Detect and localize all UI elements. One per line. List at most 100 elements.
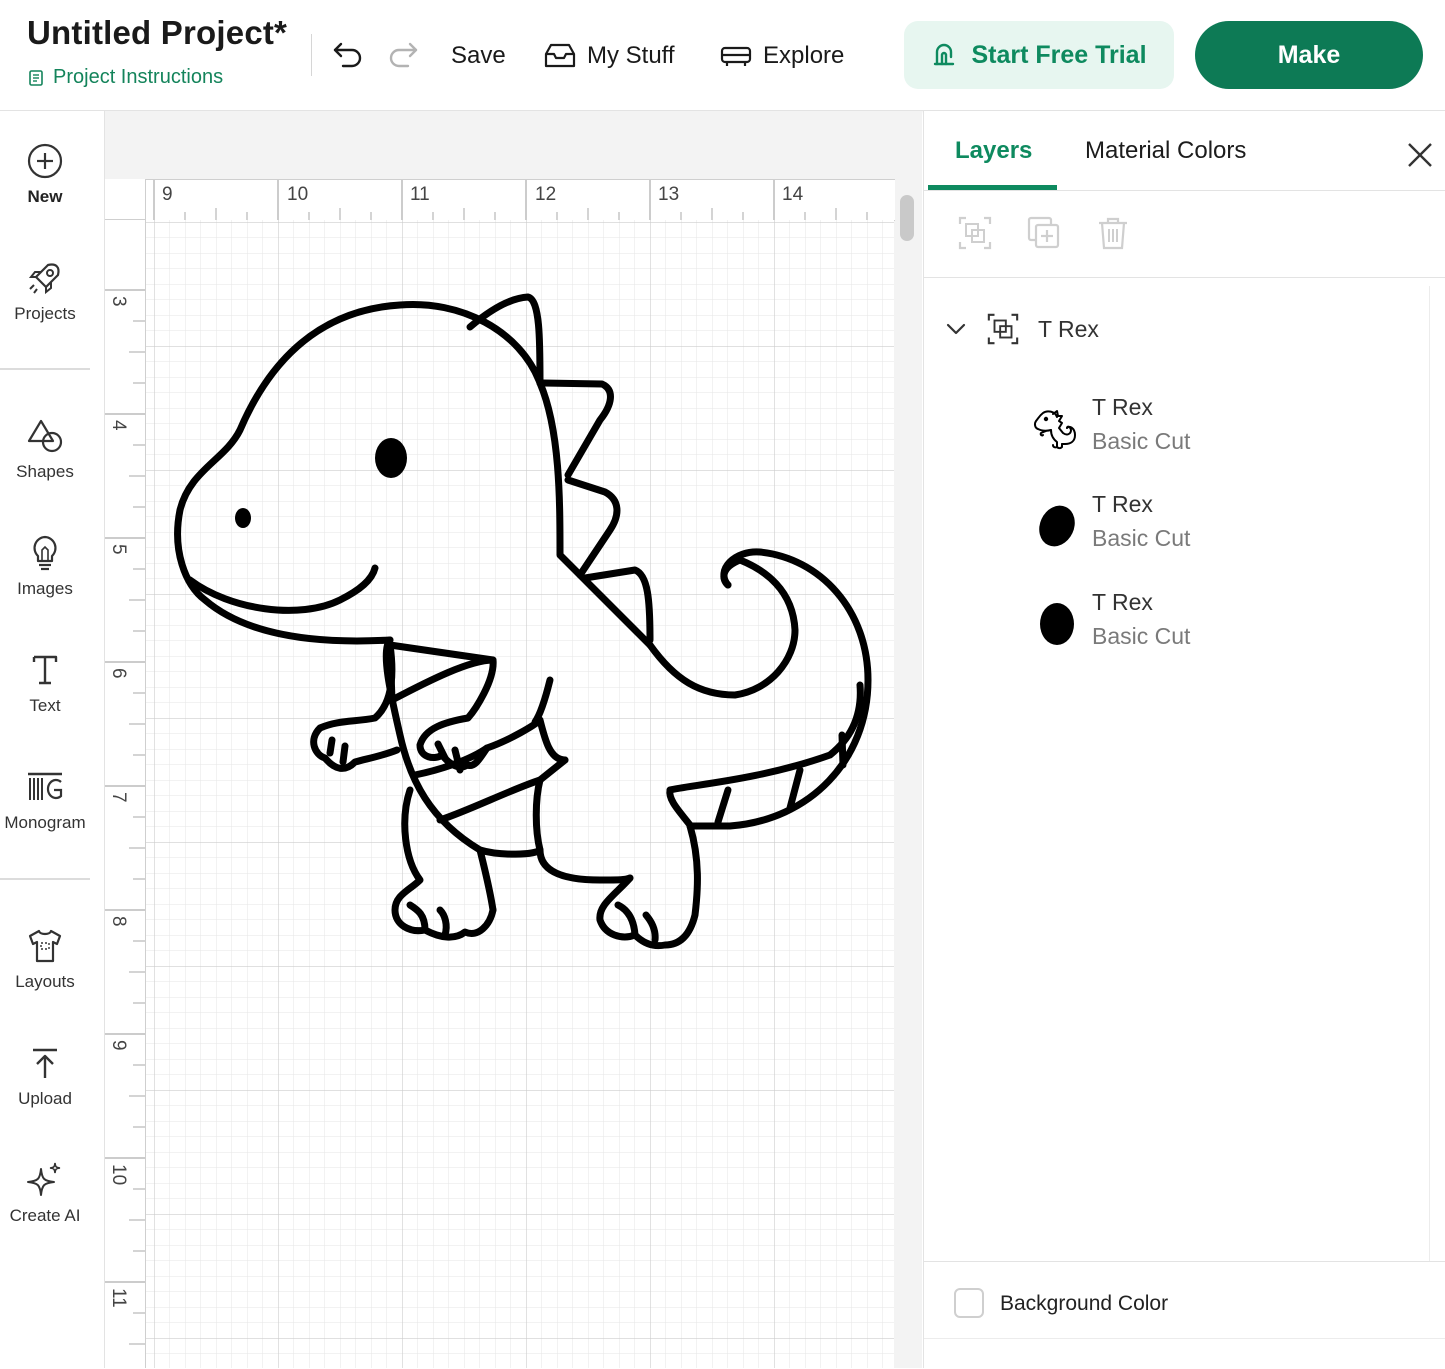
close-icon — [1408, 143, 1432, 167]
undo-button[interactable] — [328, 36, 368, 72]
sidebar-item-label: Projects — [14, 304, 76, 323]
make-label: Make — [1277, 40, 1341, 69]
my-stuff-button[interactable]: My Stuff — [543, 38, 675, 74]
sidebar-item-monogram[interactable]: Monogram — [0, 767, 90, 833]
sidebar-item-projects[interactable]: Projects — [0, 258, 90, 324]
tab-material-colors[interactable]: Material Colors — [1085, 137, 1246, 165]
layer-operation: Basic Cut — [1092, 623, 1191, 649]
left-toolbar: New Projects Shapes Images Text Monogram… — [0, 111, 105, 1368]
ruler-label: 6 — [108, 668, 129, 679]
text-icon — [25, 650, 65, 690]
layer-item[interactable]: T Rex Basic Cut — [1032, 589, 1412, 659]
sidebar-item-label: Text — [29, 696, 61, 715]
layer-name: T Rex — [1092, 589, 1153, 615]
start-free-trial-button[interactable]: Start Free Trial — [904, 21, 1174, 89]
upload-icon — [25, 1043, 65, 1083]
sidebar-item-upload[interactable]: Upload — [0, 1043, 90, 1109]
cutting-mat — [146, 220, 894, 1368]
layers-panel: Layers Material Colors T Rex T Rex Basic… — [923, 111, 1445, 1368]
monogram-icon — [25, 767, 65, 807]
group-icon — [987, 313, 1019, 345]
tshirt-icon — [25, 926, 65, 966]
horizontal-ruler: 9 10 11 12 13 14 — [145, 179, 895, 221]
ruler-label: 9 — [108, 1040, 129, 1051]
trex-thumbnail-icon — [1032, 404, 1082, 454]
sidebar-item-layouts[interactable]: Layouts — [0, 926, 90, 992]
close-panel-button[interactable] — [1404, 139, 1436, 171]
layer-name: T Rex — [1092, 491, 1153, 517]
ruler-label: 14 — [782, 184, 804, 205]
sidebar-item-label: New — [27, 187, 63, 206]
ruler-label: 7 — [108, 792, 129, 803]
lightbulb-icon — [25, 533, 65, 573]
duplicate-button[interactable] — [1026, 215, 1062, 251]
ruler-label: 12 — [535, 184, 557, 205]
ruler-label: 11 — [410, 184, 430, 205]
ruler-label: 10 — [108, 1164, 129, 1186]
ruler-label: 3 — [108, 296, 129, 307]
ruler-corner — [105, 179, 146, 220]
sidebar-item-label: Layouts — [15, 972, 75, 991]
trex-artwork[interactable] — [146, 220, 894, 1368]
start-free-trial-label: Start Free Trial — [971, 40, 1147, 69]
bottom-toolbar — [924, 1338, 1445, 1369]
project-instructions-label: Project Instructions — [53, 66, 224, 88]
ruler-label: 5 — [108, 544, 129, 555]
document-icon — [29, 69, 43, 86]
rocket-icon — [25, 258, 65, 298]
oval-thumbnail-icon — [1032, 599, 1082, 649]
oval-thumbnail-icon — [1032, 501, 1082, 551]
ruler-label: 8 — [108, 916, 129, 927]
sidebar-item-label: Shapes — [16, 462, 74, 481]
plus-circle-icon — [25, 141, 65, 181]
layer-item[interactable]: T Rex Basic Cut — [1032, 491, 1412, 561]
sidebar-item-shapes[interactable]: Shapes — [0, 416, 90, 482]
header-divider — [311, 34, 312, 76]
sidebar-item-new[interactable]: New — [0, 141, 90, 207]
inbox-icon — [544, 43, 576, 68]
tabs-divider — [924, 190, 1445, 191]
ruler-label: 10 — [287, 184, 309, 205]
sidebar-divider — [0, 878, 90, 880]
explore-label: Explore — [763, 42, 845, 69]
group-icon — [958, 216, 992, 250]
layer-operation: Basic Cut — [1092, 525, 1191, 551]
layer-group-row[interactable]: T Rex — [944, 307, 1424, 351]
delete-button[interactable] — [1095, 215, 1131, 251]
design-canvas[interactable]: 9 10 11 12 13 14 3 4 5 6 7 8 9 10 11 — [105, 111, 922, 1368]
ruler-label: 9 — [162, 184, 173, 205]
trash-icon — [1099, 217, 1127, 250]
save-button[interactable]: Save — [451, 38, 506, 74]
vertical-ruler: 3 4 5 6 7 8 9 10 11 — [105, 179, 146, 1368]
ruler-ticks — [105, 289, 145, 1345]
shapes-icon — [25, 416, 65, 456]
canvas-scrollbar[interactable] — [900, 195, 914, 241]
sidebar-item-label: Images — [17, 579, 73, 598]
panel-scroll-track[interactable] — [1429, 286, 1440, 1261]
layer-group-name: T Rex — [1038, 315, 1099, 342]
trial-icon — [934, 43, 955, 66]
explore-icon — [720, 46, 752, 66]
make-button[interactable]: Make — [1195, 21, 1423, 89]
tab-layers[interactable]: Layers — [955, 137, 1032, 165]
project-instructions-link[interactable]: Project Instructions — [27, 66, 223, 89]
redo-button[interactable] — [383, 36, 423, 72]
sidebar-item-images[interactable]: Images — [0, 533, 90, 599]
background-color-checkbox[interactable] — [954, 1288, 984, 1318]
ruler-label: 4 — [108, 420, 129, 431]
explore-button[interactable]: Explore — [719, 38, 844, 74]
top-bar: Untitled Project* Project Instructions S… — [0, 0, 1445, 111]
chevron-down-icon[interactable] — [944, 317, 968, 341]
ruler-label: 11 — [108, 1288, 129, 1308]
undo-icon — [333, 42, 362, 68]
background-color-label: Background Color — [1000, 1292, 1169, 1315]
project-title[interactable]: Untitled Project* — [27, 14, 287, 52]
sidebar-item-label: Monogram — [4, 813, 86, 832]
sidebar-item-create-ai[interactable]: Create AI — [0, 1160, 90, 1226]
group-button[interactable] — [957, 215, 993, 251]
layer-name: T Rex — [1092, 394, 1153, 420]
sidebar-divider — [0, 368, 90, 370]
layer-item[interactable]: T Rex Basic Cut — [1032, 394, 1412, 464]
toolbar-divider — [924, 277, 1445, 278]
sidebar-item-text[interactable]: Text — [0, 650, 90, 716]
